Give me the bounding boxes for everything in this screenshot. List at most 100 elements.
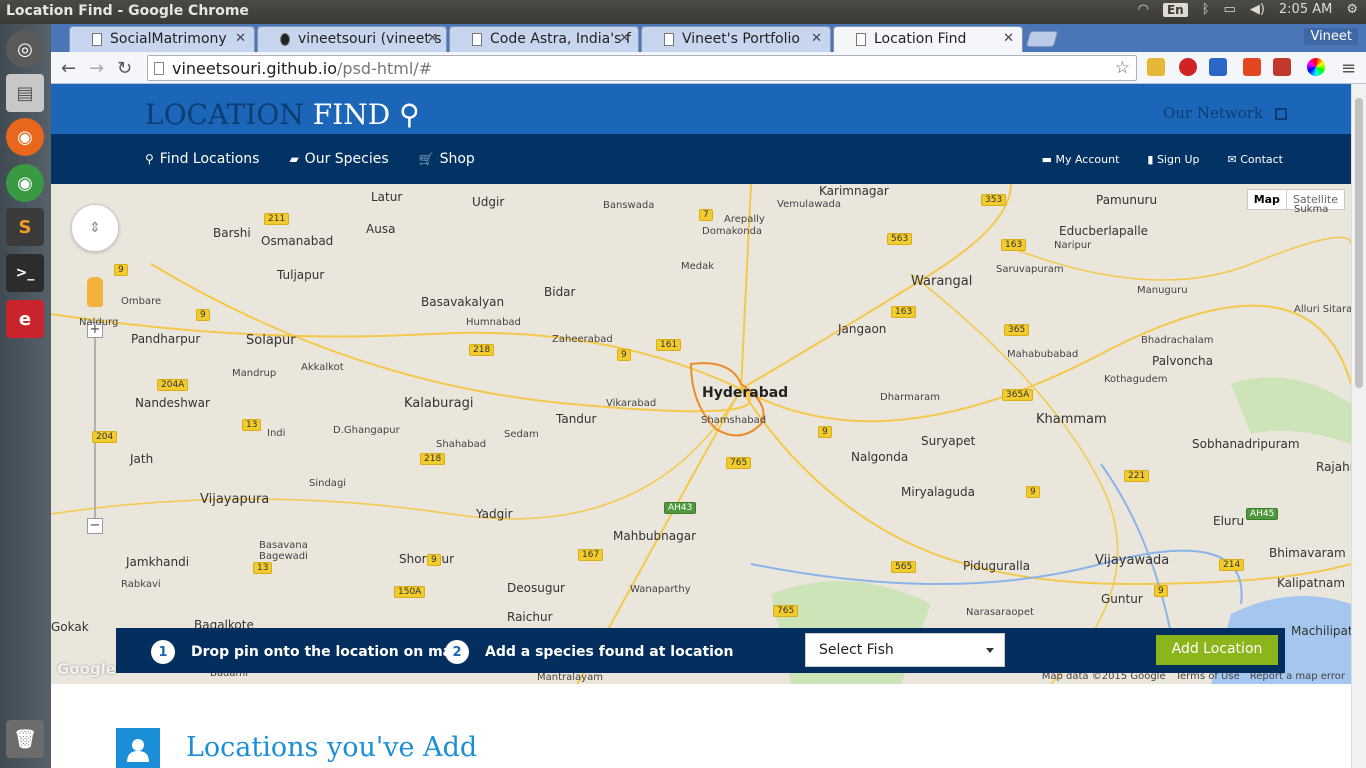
extension-icon[interactable] (1209, 58, 1227, 76)
map-label: Indi (267, 428, 286, 439)
tab-location-find[interactable]: Location Find ✕ (833, 26, 1023, 52)
page-icon (92, 33, 102, 46)
road-shield: 9 (114, 264, 128, 276)
map-label: Mahbubnagar (613, 529, 697, 543)
main-nav: ⚲ Find Locations ▰ Our Species 🛒 Shop (145, 151, 475, 167)
select-fish-dropdown[interactable]: Select Fish (805, 633, 1005, 667)
map-label: Karimnagar (819, 184, 889, 198)
map-label-hyderabad: Hyderabad (702, 385, 789, 401)
firefox-icon[interactable]: ◉ (6, 118, 44, 156)
map-canvas[interactable]: Map Satellite ⇕ + − Latur Udgir Banswada… (51, 184, 1351, 684)
add-location-button[interactable]: Add Location (1156, 635, 1278, 665)
our-network-dropdown[interactable]: Our Network (1163, 104, 1287, 122)
extension-icon[interactable] (1243, 58, 1261, 76)
nav-sign-up[interactable]: ▮ Sign Up (1147, 153, 1199, 166)
map-label: Nandeshwar (135, 396, 210, 410)
bookmark-star-icon[interactable]: ☆ (1115, 58, 1130, 78)
map-label: Basavakalyan (421, 295, 505, 309)
page-icon (472, 33, 482, 46)
nav-label: Shop (439, 151, 475, 167)
close-tab-icon[interactable]: ✕ (619, 31, 630, 46)
close-tab-icon[interactable]: ✕ (235, 31, 246, 46)
zoom-out-button[interactable]: − (87, 518, 103, 534)
map-label: Medak (681, 261, 715, 272)
github-icon (280, 33, 290, 46)
keyboard-language[interactable]: En (1162, 2, 1188, 17)
menu-icon[interactable]: ≡ (1341, 58, 1356, 79)
map-label: Jamkhandi (126, 555, 190, 569)
map-label: Mahabubabad (1007, 349, 1079, 360)
url-host: vineetsouri.github.io (172, 59, 338, 78)
new-tab-button[interactable] (1025, 31, 1059, 47)
trash-icon[interactable]: 🗑 (6, 720, 44, 758)
files-icon[interactable]: ▤ (6, 74, 44, 112)
map-label: Solapur (246, 333, 296, 348)
nav-our-species[interactable]: ▰ Our Species (289, 151, 388, 167)
sublime-icon[interactable]: S (6, 208, 44, 246)
dash-icon[interactable]: ◎ (6, 30, 44, 68)
site-logo[interactable]: LOCATION FIND ⚲ (145, 98, 420, 131)
nav-my-account[interactable]: ▬ My Account (1042, 153, 1120, 166)
close-tab-icon[interactable]: ✕ (427, 31, 438, 46)
road-shield: 563 (887, 233, 913, 245)
browser-window: SocialMatrimony ✕ vineetsouri (vineet s … (51, 24, 1366, 768)
road-shield: 765 (773, 605, 799, 617)
map-label: Jangaon (838, 322, 887, 336)
tab-github[interactable]: vineetsouri (vineet s ✕ (257, 26, 447, 52)
nav-label: Contact (1240, 153, 1283, 166)
bluetooth-icon[interactable]: ᛒ (1202, 2, 1210, 17)
tab-socialmatrimony[interactable]: SocialMatrimony ✕ (69, 26, 255, 52)
pan-control[interactable]: ⇕ (71, 204, 119, 252)
road-shield: 163 (891, 306, 917, 318)
road-shield: 204 (92, 431, 118, 443)
map-label: Pandharpur (131, 332, 201, 346)
terminal-icon[interactable]: >_ (6, 254, 44, 292)
forward-arrow-icon[interactable]: → (89, 58, 104, 79)
extension-icon[interactable] (1179, 58, 1197, 76)
zoom-slider-track[interactable] (94, 324, 96, 534)
nav-contact[interactable]: ✉ Contact (1227, 153, 1283, 166)
scrollbar-thumb[interactable] (1355, 98, 1363, 388)
battery-icon[interactable]: ▭ (1224, 2, 1236, 17)
nav-find-locations[interactable]: ⚲ Find Locations (145, 151, 259, 167)
settings-gear-icon[interactable]: ⚙ (1346, 2, 1358, 17)
extension-icon[interactable] (1147, 58, 1165, 76)
clock[interactable]: 2:05 AM (1279, 2, 1332, 17)
map-label: Tuljapur (277, 268, 325, 282)
map-label: Sukma (1294, 204, 1329, 215)
page-scrollbar[interactable] (1351, 84, 1366, 768)
tab-portfolio[interactable]: Vineet's Portfolio ✕ (641, 26, 831, 52)
extension-icon[interactable] (1273, 58, 1291, 76)
road-shield: 9 (818, 426, 832, 438)
our-network-label: Our Network (1162, 104, 1263, 122)
address-bar[interactable]: vineetsouri.github.io/psd-html/# ☆ (147, 55, 1137, 81)
chrome-icon[interactable]: ◉ (6, 164, 44, 202)
map-label: Banswada (603, 200, 655, 211)
reload-icon[interactable]: ↻ (117, 58, 132, 79)
road-shield: 9 (1026, 486, 1040, 498)
map-label: Naripur (1054, 240, 1092, 251)
map-label: Warangal (911, 274, 973, 289)
map-label: Piduguralla (963, 559, 1031, 573)
section-title: Locations you've Add (186, 732, 478, 763)
app-icon[interactable]: e (6, 300, 44, 338)
profile-button[interactable]: Vineet (1304, 28, 1358, 45)
tab-code-astra[interactable]: Code Astra, India's f ✕ (449, 26, 639, 52)
close-tab-icon[interactable]: ✕ (1003, 31, 1014, 46)
close-tab-icon[interactable]: ✕ (811, 31, 822, 46)
map-label: Machilipatnam (1291, 624, 1351, 638)
back-arrow-icon[interactable]: ← (61, 58, 76, 79)
road-shield: 204A (157, 379, 189, 391)
extension-icon[interactable] (1307, 58, 1325, 76)
map-type-map[interactable]: Map (1248, 190, 1286, 209)
volume-icon[interactable]: ◀) (1250, 2, 1265, 17)
map-label: Narasaraopet (966, 607, 1034, 618)
street-view-pegman-icon[interactable] (87, 277, 103, 307)
map-label: Raichur (507, 610, 553, 624)
nav-label: Our Species (304, 151, 389, 167)
map-label: Miryalaguda (901, 485, 975, 499)
road-shield: 163 (1001, 239, 1027, 251)
map-label: Educberlapalle (1059, 224, 1149, 238)
wifi-icon[interactable]: ◠ (1138, 2, 1149, 17)
nav-shop[interactable]: 🛒 Shop (419, 151, 475, 167)
